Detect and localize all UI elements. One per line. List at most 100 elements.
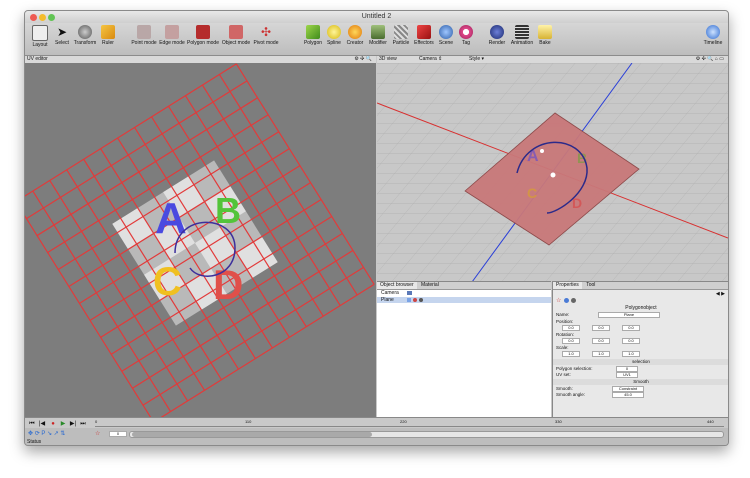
pivot-mode-tool[interactable]: ✣ Pivot mode [253, 25, 279, 46]
uv-view-controls-icon[interactable]: ⚙ ✣ 🔍 [354, 56, 372, 63]
viewport-3d[interactable]: A B C D [377, 63, 728, 282]
bake-tool[interactable]: Bake [537, 25, 553, 46]
rotation-row: 0.0 0.0 0.0 [556, 338, 726, 344]
particle-tool[interactable]: Particle [391, 25, 411, 46]
prev-frame-button[interactable]: |◀ [38, 420, 46, 428]
scene-icon [439, 25, 453, 39]
polygon-tool[interactable]: Polygon [303, 25, 323, 46]
spline-point[interactable] [540, 149, 544, 153]
go-to-start-button[interactable]: ⏮ [28, 420, 36, 428]
object-row-camera[interactable]: Camera [377, 290, 551, 296]
smooth-section-header: Smooth [553, 379, 728, 385]
play-button[interactable]: ▶ [59, 420, 67, 428]
object-star-icon: ☆ [556, 298, 562, 304]
ruler-tool[interactable]: Ruler [99, 25, 117, 46]
time-ruler[interactable]: 0 110 220 330 440 [95, 419, 724, 427]
spline-tool[interactable]: Spline [325, 25, 343, 46]
transform-icon [78, 25, 92, 39]
scale-z-field[interactable]: 1.0 [622, 351, 640, 357]
uv-editor-title: UV editor [27, 56, 48, 62]
select-tool[interactable]: ➤ Select [53, 25, 71, 46]
creator-tool[interactable]: Creator [345, 25, 365, 46]
tag-tool[interactable]: Tag [457, 25, 475, 46]
rotation-y-field[interactable]: 0.0 [592, 338, 610, 344]
ruler-icon [101, 25, 115, 39]
uv-letter-a: A [155, 194, 187, 243]
effectors-icon [417, 25, 431, 39]
camera-menu[interactable]: Camera ⇕ [419, 56, 442, 63]
uv-letter-c: C [153, 260, 182, 304]
layout-icon [32, 25, 48, 41]
style-menu[interactable]: Style ▾ [469, 56, 484, 63]
bake-icon [538, 25, 552, 39]
record-button[interactable]: ● [49, 420, 57, 428]
transport-bar: ⏮ |◀ ● ▶ ▶| ⏭ 0 110 220 330 440 [25, 418, 728, 428]
selection-section-header: selection [553, 359, 728, 365]
tab-material[interactable]: Material [418, 282, 442, 289]
transform-tool[interactable]: Transform [73, 25, 97, 46]
object-mode-tool[interactable]: Object mode [221, 25, 251, 46]
object-type-icon [564, 298, 569, 303]
polygon-mode-tool[interactable]: Polygon mode [187, 25, 219, 46]
properties-panel: Properties Tool ◀ ▶ ☆ Polygonobject Name… [552, 281, 728, 418]
polygon-icon [306, 25, 320, 39]
position-x-field[interactable]: 0.0 [562, 325, 580, 331]
timeline-scrollbar[interactable] [129, 431, 724, 438]
uv-editor-viewport[interactable]: A B C D [25, 63, 376, 417]
edge-mode-tool[interactable]: Edge mode [159, 25, 185, 46]
scale-y-field[interactable]: 1.0 [592, 351, 610, 357]
scene-tool[interactable]: Scene [437, 25, 455, 46]
spline-icon [327, 25, 341, 39]
name-field[interactable]: Plane [598, 312, 660, 318]
scale-x-field[interactable]: 1.0 [562, 351, 580, 357]
object-browser-tabs: Object browser Material [377, 282, 551, 290]
frame-field[interactable]: 0 [109, 431, 127, 437]
smooth-angle-field[interactable]: 45.0 [612, 392, 644, 398]
cursor-icon: ➤ [56, 25, 68, 39]
key-star-icon[interactable]: ☆ [95, 430, 100, 437]
object-mode-icon [229, 25, 243, 39]
go-to-end-button[interactable]: ⏭ [79, 420, 87, 428]
creator-icon [348, 25, 362, 39]
modifier-icon [371, 25, 385, 39]
next-frame-button[interactable]: ▶| [69, 420, 77, 428]
rotation-z-field[interactable]: 0.0 [622, 338, 640, 344]
timeline-icon [706, 25, 720, 39]
modifier-tool[interactable]: Modifier [367, 25, 389, 46]
uv-set-field[interactable]: UV1 [616, 372, 638, 378]
position-y-field[interactable]: 0.0 [592, 325, 610, 331]
properties-header: Polygonobject [625, 305, 657, 311]
timeline-tool[interactable]: Timeline [701, 25, 725, 46]
animation-tool[interactable]: Animation [509, 25, 535, 46]
rotation-x-field[interactable]: 0.0 [562, 338, 580, 344]
window-title: Untitled 2 [361, 13, 392, 20]
point-mode-icon [137, 25, 151, 39]
view3d-controls-icon[interactable]: ⚙ ✣ 🔍 ⌂ ▭ [696, 56, 724, 63]
object-row-plane[interactable]: Plane [377, 297, 551, 303]
status-bar: Status [27, 439, 42, 445]
point-mode-tool[interactable]: Point mode [131, 25, 157, 46]
timeline-scroll-thumb[interactable] [132, 432, 372, 437]
timeline-controls-row: ✥ ⟳ P ↘ ↗ ⇅ ☆ 0 [25, 429, 728, 438]
polygon-mode-icon [196, 25, 210, 39]
tick-label: 0 [95, 419, 98, 424]
tab-object-browser[interactable]: Object browser [377, 282, 417, 289]
tag-icon [459, 25, 473, 39]
tab-tool[interactable]: Tool [583, 282, 598, 289]
material-tag-icon [413, 298, 417, 302]
key-tools-icon[interactable]: ✥ ⟳ P ↘ ↗ ⇅ [28, 430, 65, 437]
object-name-camera: Camera [381, 290, 399, 296]
effectors-tool[interactable]: Effectors [413, 25, 435, 46]
name-row: Name: Plane [556, 312, 726, 318]
nav-arrows-icon[interactable]: ◀ ▶ [716, 291, 725, 297]
tab-properties[interactable]: Properties [553, 282, 582, 289]
object-browser-panel: Object browser Material Camera Plane [377, 281, 551, 418]
layout-tool[interactable]: Layout [29, 25, 51, 48]
tick-label: 220 [400, 419, 407, 424]
position-z-field[interactable]: 0.0 [622, 325, 640, 331]
pivot-handle[interactable] [550, 172, 556, 178]
pivot-icon: ✣ [260, 25, 272, 39]
render-tool[interactable]: Render [487, 25, 507, 46]
animation-icon [515, 25, 529, 39]
view3d-title: 3D view [379, 56, 397, 62]
